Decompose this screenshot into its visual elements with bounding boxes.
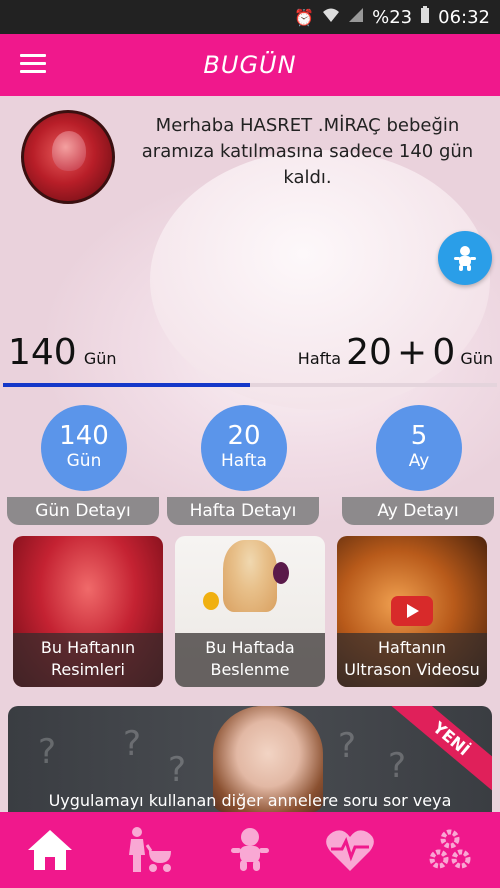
- heart-rate-icon: [326, 830, 374, 871]
- baby-icon: [454, 246, 476, 271]
- week-number: 20: [227, 421, 261, 451]
- mother-stroller-icon: [129, 827, 171, 872]
- question-mark-decoration: ?: [123, 724, 142, 764]
- nav-baby[interactable]: [220, 820, 280, 880]
- caption-line: Haftanın: [378, 638, 446, 657]
- week-label: Hafta: [297, 349, 342, 368]
- greeting-text: Merhaba HASRET .MİRAÇ bebeğin aramıza ka…: [141, 115, 474, 188]
- grapes-image: [273, 562, 289, 584]
- caption-line: Bu Haftanın: [40, 638, 136, 657]
- hamburger-icon-line: [20, 70, 46, 73]
- caption-line: Ultrason Videosu: [344, 660, 480, 679]
- pregnancy-progress-bar: [3, 383, 497, 387]
- battery-icon: [420, 6, 430, 28]
- week-detail-card[interactable]: 20 Hafta Hafta Detayı: [167, 405, 319, 525]
- baby-fab-button[interactable]: [438, 231, 492, 285]
- day-number: 140: [59, 421, 109, 451]
- signal-icon: [348, 7, 364, 27]
- app-bar: BUGÜN: [0, 34, 500, 96]
- month-number: 5: [410, 421, 428, 451]
- month-unit: Ay: [408, 451, 430, 471]
- caption-line: Bu Haftada: [205, 638, 295, 657]
- month-detail-label: Ay Detayı: [342, 497, 494, 525]
- pregnant-woman-image: [223, 540, 277, 612]
- week-detail-label: Hafta Detayı: [167, 497, 319, 525]
- baby-icon: [231, 828, 269, 871]
- nav-health[interactable]: [320, 820, 380, 880]
- month-detail-card[interactable]: 5 Ay Ay Detayı: [342, 405, 494, 525]
- weekly-nutrition-card[interactable]: Bu Haftada Beslenme: [175, 536, 325, 687]
- play-icon: [391, 596, 433, 626]
- ultrasound-video-caption: Haftanın Ultrason Videosu: [337, 633, 487, 687]
- hamburger-icon-line: [20, 54, 46, 57]
- question-mark-decoration: ?: [338, 726, 357, 766]
- day-detail-label: Gün Detayı: [7, 497, 159, 525]
- nav-settings[interactable]: [420, 820, 480, 880]
- bottom-navigation: [0, 812, 500, 888]
- question-mark-decoration: ?: [38, 732, 57, 772]
- weekly-pictures-card[interactable]: Bu Haftanın Resimleri: [13, 536, 163, 687]
- nav-mother[interactable]: [120, 820, 180, 880]
- weekly-pictures-caption: Bu Haftanın Resimleri: [13, 633, 163, 687]
- days-left-unit: Gün: [83, 349, 117, 368]
- caption-line: Resimleri: [51, 660, 125, 679]
- week-counter: Hafta 20 + 0 Gün: [298, 332, 493, 373]
- days-left-value: 140: [8, 332, 77, 373]
- caption-line: Beslenme: [210, 660, 290, 679]
- ultrasound-video-card[interactable]: Haftanın Ultrason Videosu: [337, 536, 487, 687]
- home-icon: [28, 830, 72, 870]
- status-bar: ⏰ %23 06:32: [0, 0, 500, 34]
- week-value: 20: [346, 332, 392, 373]
- week-circle: 20 Hafta: [201, 405, 287, 491]
- day-detail-card[interactable]: 140 Gün Gün Detayı: [7, 405, 159, 525]
- month-circle: 5 Ay: [376, 405, 462, 491]
- hamburger-icon-line: [20, 62, 46, 65]
- fruit-image: [203, 592, 219, 610]
- alarm-icon: ⏰: [294, 7, 315, 27]
- page-title: BUGÜN: [203, 51, 297, 79]
- settings-gears-icon: [429, 829, 471, 869]
- days-left-counter: 140 Gün: [8, 332, 117, 373]
- battery-percent: %23: [372, 6, 413, 28]
- nav-home[interactable]: [20, 820, 80, 880]
- extra-days-unit: Gün: [460, 349, 493, 368]
- banner-text: Uygulamayı kullanan diğer annelere soru …: [48, 791, 452, 810]
- day-unit: Gün: [66, 451, 102, 471]
- extra-days-value: 0: [432, 332, 456, 373]
- question-mark-decoration: ?: [168, 750, 187, 790]
- weekly-nutrition-caption: Bu Haftada Beslenme: [175, 633, 325, 687]
- week-unit: Hafta: [221, 451, 267, 471]
- plus-sign: +: [397, 332, 428, 373]
- day-circle: 140 Gün: [41, 405, 127, 491]
- fetus-avatar: [21, 110, 115, 204]
- clock: 06:32: [438, 6, 490, 28]
- ask-mothers-banner[interactable]: ? ? ? ? ? YENİ Uygulamayı kullanan diğer…: [8, 706, 492, 812]
- wifi-icon: [322, 7, 340, 27]
- pregnancy-progress-fill: [3, 383, 250, 387]
- question-mark-decoration: ?: [388, 746, 407, 786]
- menu-button[interactable]: [20, 54, 46, 74]
